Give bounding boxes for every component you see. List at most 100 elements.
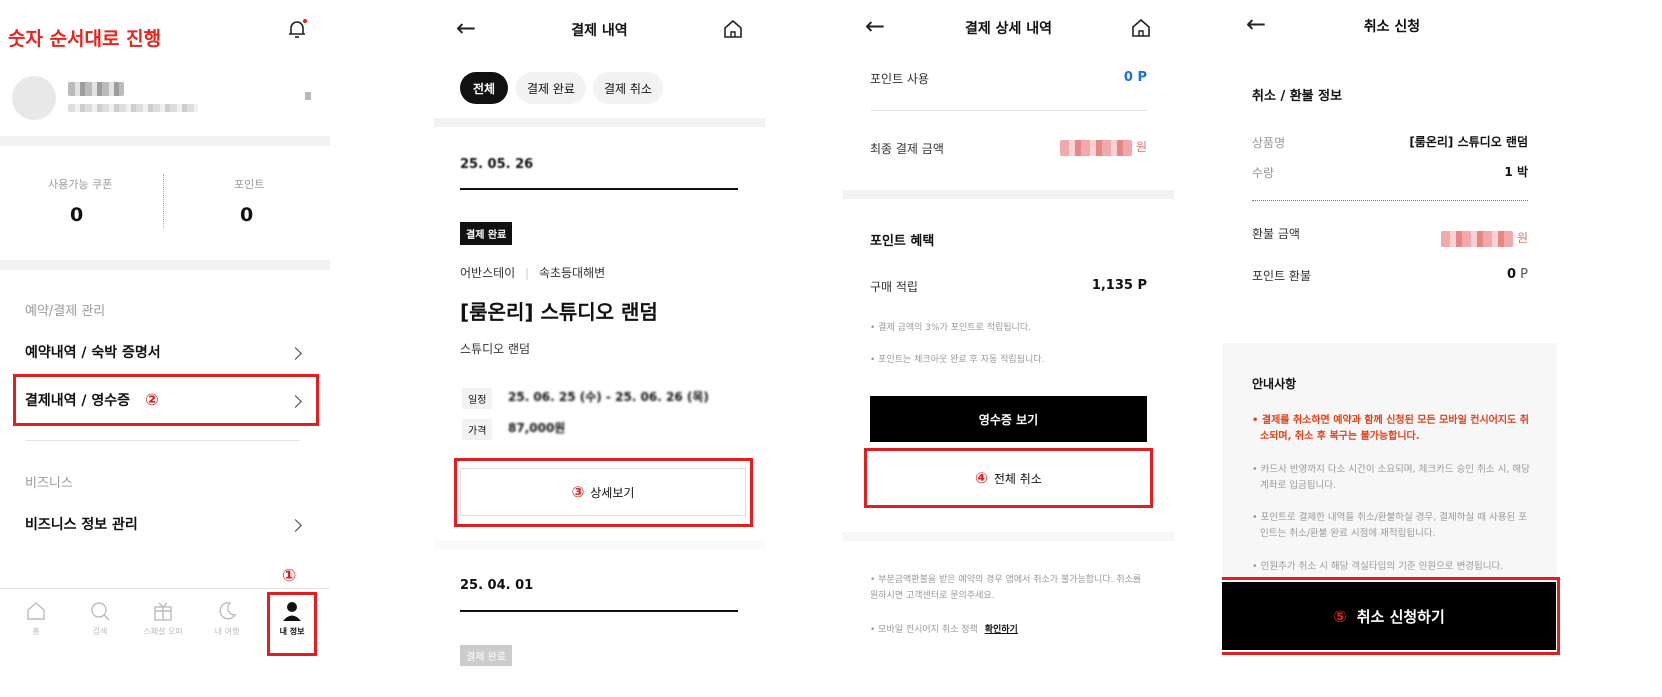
tab-my-trips[interactable]: 내 여행 <box>205 600 249 637</box>
benefit-note-2: • 포인트는 체크아웃 완료 후 자동 적립됩니다. <box>870 355 1045 365</box>
refund-label: 환불 금액 <box>1252 227 1300 241</box>
section-business: 비즈니스 <box>25 476 73 491</box>
notice-title: 안내사항 <box>1252 377 1297 391</box>
menu-payments-label: 결제내역 / 영수증 <box>25 393 131 409</box>
divider-band <box>434 118 765 127</box>
chevron-right-icon <box>289 519 302 532</box>
chevron-right-icon <box>289 395 302 408</box>
order-date-1: 25. 05. 26 <box>460 157 534 172</box>
tab-search[interactable]: 검색 <box>78 600 122 637</box>
divider-band <box>0 136 330 146</box>
cancel-all-label: 전체 취소 <box>993 471 1042 486</box>
point-label: 포인트 <box>234 178 265 191</box>
page-title: 결제 내역 <box>571 23 628 39</box>
avatar <box>12 76 56 120</box>
panel-payment-history: ← 결제 내역 전체 결제 완료 결제 취소 25. 05. 26 결제 완료 … <box>434 0 765 697</box>
point-use-value: 0 P <box>1123 70 1147 85</box>
tab-home-label: 홈 <box>32 627 40 636</box>
submit-cancel-button[interactable]: ⑤ 취소 신청하기 <box>1222 582 1556 650</box>
final-amount-value: 원 <box>1060 138 1147 156</box>
refund-value: 원 <box>1441 229 1528 247</box>
tab-info-label: 내 정보 <box>279 627 305 636</box>
coupon-value[interactable]: 0 <box>70 204 83 226</box>
qty-label: 수량 <box>1252 166 1275 180</box>
benefit-title: 포인트 혜택 <box>870 234 935 249</box>
notice-4-text: 인원추가 취소 시 해당 객실타입의 기준 인원으로 변경됩니다. <box>1260 561 1504 572</box>
gift-icon <box>154 602 172 621</box>
menu-reservations-label: 예약내역 / 숙박 증명서 <box>25 345 161 361</box>
tabbar-top-border <box>0 588 330 589</box>
notice-3: • 포인트로 결제한 내역을 취소/환불하실 경우, 결제하실 때 사용된 포인… <box>1252 512 1527 539</box>
step-2-marker: ② <box>145 390 159 409</box>
divider <box>870 110 1147 111</box>
panel-payment-detail: ← 결제 상세 내역 포인트 사용 0 P 최종 결제 금액 원 포인트 혜택 … <box>843 0 1174 697</box>
tab-trips-label: 내 여행 <box>214 627 240 636</box>
final-amount-currency: 원 <box>1135 140 1147 154</box>
bottom-note-2-text: 모바일 컨시어지 취소 정책 <box>878 625 978 635</box>
product-label: 상품명 <box>1252 136 1286 150</box>
product-title: [룸온리] 스튜디오 랜덤 <box>460 300 658 324</box>
point-value[interactable]: 0 <box>240 204 253 226</box>
menu-payments[interactable]: 결제내역 / 영수증 ② <box>25 390 305 414</box>
divider-band <box>0 260 330 270</box>
tab-special-label: 스페셜 오퍼 <box>143 627 183 636</box>
notice-3-text: 포인트로 결제한 내역을 취소/환불하실 경우, 결제하실 때 사용된 포인트는… <box>1260 512 1527 539</box>
guide-title: 숫자 순서대로 진행 <box>8 28 162 50</box>
schedule-label: 일정 <box>462 388 493 409</box>
moon-icon <box>219 602 237 620</box>
home-icon[interactable] <box>722 18 744 44</box>
home-icon <box>27 602 45 620</box>
refund-amount-blurred <box>1441 230 1514 247</box>
schedule-value: 25. 06. 25 (수) - 25. 06. 26 (목) <box>508 390 709 404</box>
point-unit: P <box>1520 267 1528 282</box>
divider-band <box>843 532 1174 541</box>
menu-business[interactable]: 비즈니스 정보 관리 <box>25 514 305 538</box>
detail-button[interactable]: ③ 상세보기 <box>460 468 746 516</box>
page-title: 취소 신청 <box>1363 19 1421 35</box>
stat-divider <box>163 174 164 228</box>
tab-home[interactable]: 홈 <box>14 600 58 637</box>
status-badge-2: 결제 완료 <box>460 645 512 666</box>
final-amount-label: 최종 결제 금액 <box>870 142 944 156</box>
menu-reservations[interactable]: 예약내역 / 숙박 증명서 <box>25 342 305 366</box>
purchase-point-value: 1,135 P <box>1091 278 1147 293</box>
panel-cancel-request: ← 취소 신청 취소 / 환불 정보 상품명 [룸온리] 스튜디오 랜덤 수량 … <box>1222 0 1562 697</box>
home-icon[interactable] <box>1130 17 1152 43</box>
section-title: 취소 / 환불 정보 <box>1252 89 1343 104</box>
chevron-right-icon <box>289 347 302 360</box>
date-underline <box>460 610 738 612</box>
receipt-button[interactable]: 영수증 보기 <box>870 396 1147 442</box>
filter-cancelled[interactable]: 결제 취소 <box>593 72 663 104</box>
page-title: 결제 상세 내역 <box>964 21 1053 37</box>
location-name: 속초등대해변 <box>538 266 606 280</box>
divider-band <box>434 540 765 549</box>
tab-my-info[interactable]: 내 정보 <box>270 600 314 637</box>
notice-warning-text: 결제를 취소하면 예약과 함께 신청된 모든 모바일 컨시어지도 취소되며, 취… <box>1260 415 1529 442</box>
benefit-note-1: • 결제 금액의 3%가 포인트로 적립됩니다. <box>870 323 1031 333</box>
cancel-all-button[interactable]: ④ 전체 취소 <box>870 455 1147 501</box>
policy-link[interactable]: 확인하기 <box>985 625 1018 635</box>
step-1-marker: ① <box>282 566 297 586</box>
notice-warning: • 결제를 취소하면 예약과 함께 신청된 모든 모바일 컨시어지도 취소되며,… <box>1252 415 1529 442</box>
bell-icon[interactable] <box>286 18 308 40</box>
point-refund-number: 0 <box>1506 267 1517 282</box>
more-dot[interactable] <box>305 92 311 100</box>
qty-value: 1 박 <box>1504 165 1528 179</box>
user-email-blurred <box>68 104 198 112</box>
amount-blurred <box>1060 139 1133 156</box>
benefit-note-2-text: 포인트는 체크아웃 완료 후 자동 적립됩니다. <box>878 355 1045 365</box>
menu-business-label: 비즈니스 정보 관리 <box>25 517 138 533</box>
bottom-note-1: • 부분금액환불을 받은 예약의 경우 앱에서 취소가 불가능합니다. 취소를 … <box>870 575 1142 601</box>
notice-4: • 인원추가 취소 시 해당 객실타입의 기준 인원으로 변경됩니다. <box>1252 561 1504 572</box>
divider <box>25 440 300 441</box>
filter-all[interactable]: 전체 <box>460 72 508 104</box>
filter-paid[interactable]: 결제 완료 <box>516 72 586 104</box>
product-value: [룸온리] 스튜디오 랜덤 <box>1409 135 1528 149</box>
bottom-note-2: • 모바일 컨시어지 취소 정책 확인하기 <box>870 625 1018 635</box>
status-badge: 결제 완료 <box>460 222 513 245</box>
price-value: 87,000원 <box>508 421 566 435</box>
tab-special-offer[interactable]: 스페셜 오퍼 <box>138 600 188 637</box>
brand-location: 어반스테이 | 속초등대해변 <box>460 266 606 280</box>
tab-search-label: 검색 <box>92 627 108 636</box>
notice-2-text: 카드사 반영까지 다소 시간이 소요되며, 체크카드 승인 취소 시, 해당 계… <box>1260 464 1530 491</box>
